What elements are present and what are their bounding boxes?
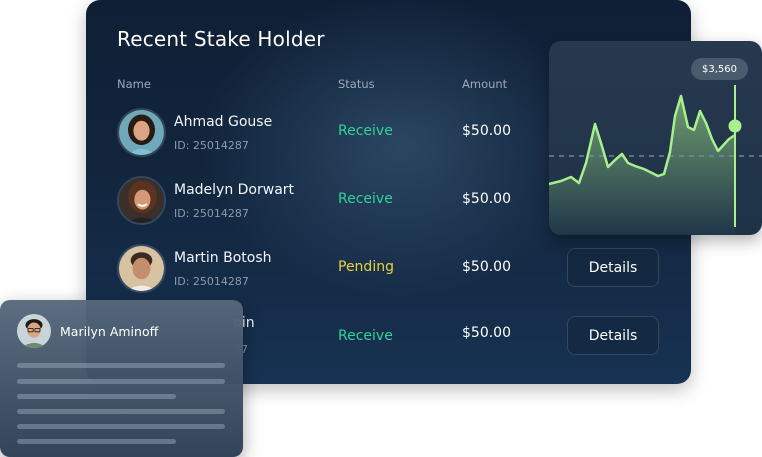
profile-overlay-card: Marilyn Aminoff [0, 300, 243, 457]
column-header-status: Status [338, 77, 375, 91]
chart-marker [728, 119, 742, 133]
avatar [117, 108, 166, 157]
column-header-name: Name [117, 77, 151, 91]
avatar [117, 176, 166, 225]
skeleton-line [17, 363, 225, 368]
status-text: Receive [338, 123, 393, 139]
status-text: Receive [338, 191, 393, 207]
details-button[interactable]: Details [567, 248, 659, 287]
skeleton-line [17, 439, 176, 444]
card-title: Recent Stake Holder [117, 27, 325, 51]
skeleton-line [17, 379, 225, 384]
column-header-amount: Amount [462, 77, 508, 91]
amount-text: $50.00 [462, 191, 511, 207]
stakeholder-id: ID: 25014287 [174, 139, 249, 152]
avatar [117, 244, 166, 293]
price-chart-card: $3,560 [549, 41, 762, 235]
skeleton-line [17, 424, 225, 429]
stakeholder-name: Martin Botosh [174, 250, 272, 266]
amount-text: $50.00 [462, 325, 511, 341]
stakeholder-name: Madelyn Dorwart [174, 182, 295, 198]
stakeholder-name: Ahmad Gouse [174, 114, 273, 130]
chart-area [549, 96, 735, 235]
profile-name: Marilyn Aminoff [60, 324, 159, 339]
status-text: Pending [338, 259, 394, 275]
price-badge: $3,560 [691, 58, 748, 80]
amount-text: $50.00 [462, 123, 511, 139]
avatar [17, 314, 51, 348]
skeleton-line [17, 394, 176, 399]
status-text: Receive [338, 328, 393, 344]
stakeholder-id: ID: 25014287 [174, 275, 249, 288]
details-button[interactable]: Details [567, 316, 659, 355]
amount-text: $50.00 [462, 259, 511, 275]
table-row: Martin Botosh ID: 25014287 Pending $50.0… [86, 244, 691, 304]
skeleton-line [17, 409, 225, 414]
stakeholder-id: ID: 25014287 [174, 207, 249, 220]
